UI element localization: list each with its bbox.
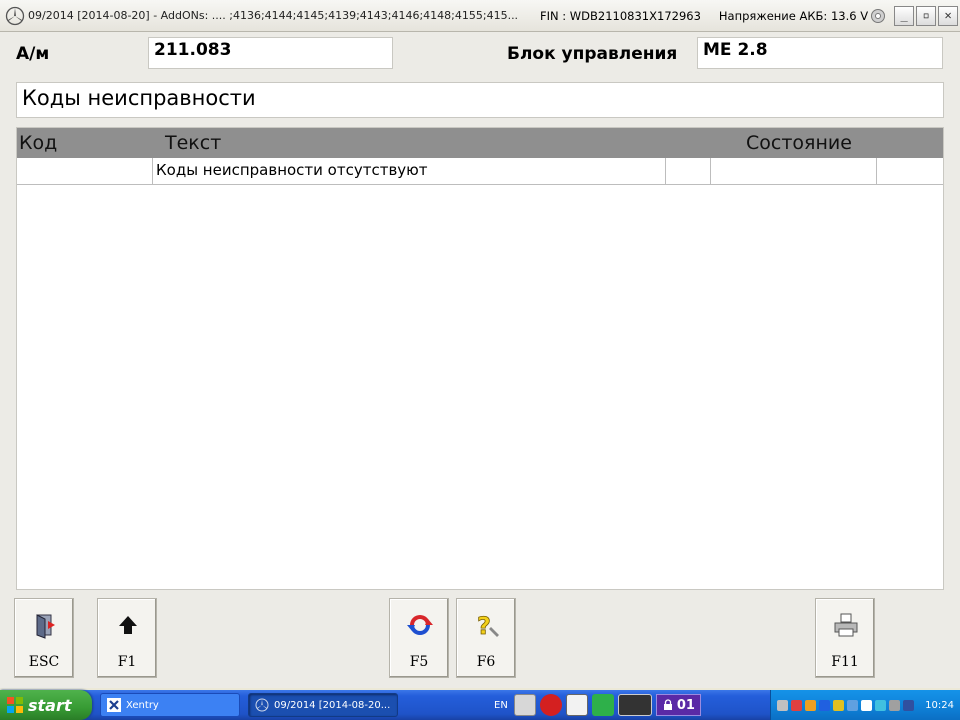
taskbar: start Xentry 09/2014 [2014-08-20... EN 0… — [0, 690, 960, 720]
column-header-state: Состояние — [746, 132, 852, 154]
exit-door-icon — [36, 614, 55, 639]
f5-button[interactable]: F5 — [389, 598, 449, 678]
f11-button[interactable]: F11 — [815, 598, 875, 678]
vin-label: FIN : WDB2110831X172963 — [540, 8, 701, 23]
column-header-text: Текст — [165, 132, 222, 154]
table-row[interactable]: Коды неисправности отсутствуют — [17, 158, 943, 185]
close-button[interactable]: ✕ — [938, 5, 959, 26]
section-title: Коды неисправности — [16, 82, 944, 118]
function-key-bar: ESC F1 F5 ? F6 F11 — [0, 590, 960, 688]
printer-icon — [834, 613, 858, 637]
taskbar-item-das-window[interactable]: 09/2014 [2014-08-20... — [248, 693, 398, 717]
esc-button[interactable]: ESC — [14, 598, 74, 678]
clock: 10:24 — [925, 699, 954, 711]
network-error-icon[interactable] — [791, 699, 803, 711]
start-button[interactable]: start — [0, 690, 92, 720]
column-header-code: Код — [19, 132, 58, 154]
f1-button[interactable]: F1 — [97, 598, 157, 678]
utility-icon[interactable] — [591, 694, 614, 716]
bluetooth-icon[interactable] — [819, 699, 831, 711]
cell-code — [17, 158, 153, 184]
svg-text:?: ? — [477, 612, 491, 639]
help-question-icon: ? — [477, 612, 499, 639]
app-window-icon[interactable] — [513, 694, 536, 716]
volume-icon[interactable] — [847, 699, 859, 711]
lock-icon — [663, 699, 672, 710]
battery-icon[interactable] — [903, 699, 915, 711]
power-icon[interactable] — [805, 699, 817, 711]
windows-flag-icon — [7, 697, 23, 713]
mercedes-star-icon — [255, 698, 269, 712]
title-bar: 09/2014 [2014-08-20] - AddONs: .... ;413… — [0, 0, 960, 32]
stop-icon[interactable] — [539, 694, 562, 716]
maximize-button[interactable]: ▫ — [916, 5, 937, 26]
model-label: А/м — [16, 44, 50, 64]
device-icon[interactable] — [617, 694, 652, 716]
language-indicator[interactable]: EN — [494, 700, 508, 711]
fault-codes-table: Код Текст Состояние Коды неисправности о… — [16, 127, 944, 590]
printer-tray-icon[interactable] — [889, 699, 901, 711]
security-icon[interactable] — [833, 699, 845, 711]
refresh-icon — [407, 615, 433, 635]
battery-voltage: Напряжение АКБ: 13.6 V — [718, 8, 869, 23]
ecu-label: Блок управления — [507, 44, 678, 64]
lock-counter[interactable]: 01 — [655, 694, 701, 716]
monitor-icon[interactable] — [861, 699, 873, 711]
network-icon[interactable] — [777, 699, 789, 711]
cell-last — [877, 158, 943, 184]
window-title: 09/2014 [2014-08-20] - AddONs: .... ;413… — [28, 9, 519, 22]
cell-state — [711, 158, 877, 184]
minimize-button[interactable]: _ — [894, 5, 915, 26]
main-panel: А/м 211.083 Блок управления ME 2.8 Коды … — [0, 32, 960, 590]
arrow-up-icon — [119, 616, 137, 634]
system-tray: 10:24 — [770, 690, 960, 720]
settings-gear-icon[interactable] — [870, 8, 886, 24]
model-field: 211.083 — [148, 37, 393, 69]
taskbar-item-xentry[interactable]: Xentry — [100, 693, 240, 717]
display-icon[interactable] — [875, 699, 887, 711]
mercedes-star-icon — [5, 6, 25, 25]
tool-icon[interactable] — [565, 694, 588, 716]
ecu-field: ME 2.8 — [697, 37, 943, 69]
cell-text: Коды неисправности отсутствуют — [153, 158, 666, 184]
xentry-icon — [107, 698, 121, 712]
table-header: Код Текст Состояние — [17, 128, 943, 158]
cell-extra — [666, 158, 711, 184]
f6-button[interactable]: ? F6 — [456, 598, 516, 678]
